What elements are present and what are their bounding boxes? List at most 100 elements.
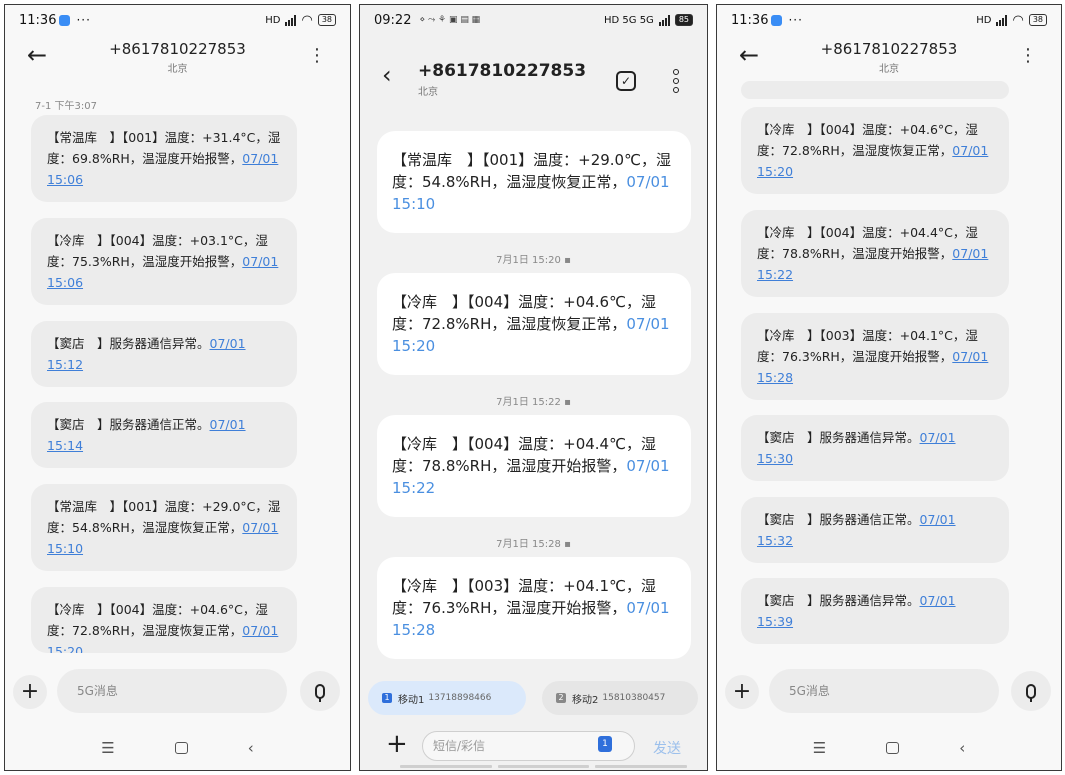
notification-icons: ⋄ ⤳ ⚘ ▣ ▤ ▦ [419, 15, 481, 25]
message-bubble[interactable] [741, 81, 1009, 99]
status-time: 11:36 [19, 12, 57, 28]
wifi-icon: ◠ [1012, 12, 1024, 28]
home-icon[interactable] [174, 742, 188, 754]
back-nav-icon[interactable]: ‹ [248, 739, 254, 757]
system-nav-bar: ☰ ‹ [5, 736, 350, 760]
message-bubble[interactable]: 【常温库 】【001】温度：+31.4°C，湿度：69.8%RH，温湿度开始报警… [31, 115, 297, 202]
contact-location: 北京 [879, 64, 899, 75]
battery-icon: 85 [674, 14, 693, 26]
select-checkbox-icon[interactable]: ✓ [616, 71, 636, 91]
message-text: 【窦店 】服务器通信异常。 [47, 336, 210, 351]
date-separator: 7月1日 15:22 ▪ [360, 393, 707, 408]
conversation-header: ‹ +8617810227853 北京 ✓ [360, 35, 707, 115]
signal-icon [285, 14, 297, 26]
message-bubble[interactable]: 【窦店 】服务器通信异常。07/01 15:12 [31, 321, 297, 387]
conversation-header: ← +8617810227853 北京 ⋮ [717, 35, 1061, 87]
wifi-icon: ◠ [301, 12, 313, 28]
contact-number: +8617810227853 [109, 40, 246, 58]
plus-button[interactable]: + [725, 675, 759, 709]
sim-card-icon: ▪ [564, 397, 571, 408]
message-bubble[interactable]: 【冷库 】【003】温度：+04.1°C，湿度：76.3%RH，温湿度开始报警，… [741, 313, 1009, 400]
app-notification-icon [771, 14, 783, 26]
more-options-icon[interactable]: ⋮ [308, 45, 326, 66]
more-options-icon[interactable]: ⋮ [1019, 45, 1037, 66]
message-text: 【窦店 】服务器通信异常。 [757, 430, 920, 445]
back-nav-icon[interactable]: ‹ [959, 739, 965, 757]
message-input[interactable] [769, 669, 999, 713]
message-bubble[interactable]: 【冷库 】【004】温度：+04.6°C，湿度：72.8%RH，温湿度恢复正常，… [741, 107, 1009, 194]
more-options-icon[interactable] [673, 69, 679, 93]
status-bar: 09:22 ⋄ ⤳ ⚘ ▣ ▤ ▦ HD 5G 5G 85 [360, 5, 707, 35]
message-text: 【冷库 】【004】温度：+03.1°C，湿度：75.3%RH，温湿度开始报警， [47, 233, 268, 269]
message-bubble[interactable]: 【冷库 】【004】温度：+04.6°C，湿度：72.8%RH，温湿度恢复正常，… [31, 587, 297, 653]
sim2-tab[interactable]: 2 移动2 15810380457 [542, 681, 698, 715]
message-text: 【冷库 】【004】温度：+04.4°C，湿度：78.8%RH，温湿度开始报警， [757, 225, 978, 261]
plus-icon[interactable]: + [386, 729, 408, 759]
contact-number: +8617810227853 [418, 61, 587, 81]
sim1-label: 移动1 [398, 694, 425, 706]
input-bar: + [5, 667, 350, 717]
send-button[interactable]: 发送 [653, 738, 681, 758]
battery-icon: 38 [1028, 14, 1047, 26]
microphone-icon [1026, 683, 1036, 702]
message-text: 【冷库 】【004】温度：+04.6℃，湿度：72.8%RH，温湿度恢复正常， [392, 293, 656, 333]
plus-button[interactable]: + [13, 675, 47, 709]
hd-label: HD [976, 14, 992, 26]
message-bubble[interactable]: 【冷库 】【004】温度：+04.6℃，湿度：72.8%RH，温湿度恢复正常，0… [377, 273, 691, 375]
message-bubble[interactable]: 【冷库 】【004】温度：+04.4℃，湿度：78.8%RH，温湿度开始报警，0… [377, 415, 691, 517]
sim1-badge: 1 [382, 693, 392, 703]
app-notification-icon [59, 14, 71, 26]
message-bubble[interactable]: 【窦店 】服务器通信正常。07/01 15:32 [741, 497, 1009, 563]
back-chevron-icon[interactable]: ‹ [382, 61, 392, 89]
middle-phone-screen: 09:22 ⋄ ⤳ ⚘ ▣ ▤ ▦ HD 5G 5G 85 ‹ +8617810… [359, 4, 708, 771]
message-bubble[interactable]: 【窦店 】服务器通信异常。07/01 15:30 [741, 415, 1009, 481]
message-bubble[interactable]: 【常温库 】【001】温度：+29.0℃，湿度：54.8%RH，温湿度恢复正常，… [377, 131, 691, 233]
input-bar: + [717, 667, 1061, 717]
voice-button[interactable] [1011, 671, 1051, 711]
sim-card-icon: ▪ [564, 255, 571, 266]
date-label: 7月1日 15:20 [496, 255, 561, 266]
message-text: 【窦店 】服务器通信正常。 [47, 417, 210, 432]
system-nav-bar: ☰ ‹ [717, 736, 1061, 760]
date-separator: 7月1日 15:20 ▪ [360, 251, 707, 266]
contact-location: 北京 [167, 64, 188, 75]
recent-apps-icon[interactable]: ☰ [813, 739, 826, 757]
message-bubble[interactable]: 【常温库 】【001】温度：+29.0°C，湿度：54.8%RH，温湿度恢复正常… [31, 484, 297, 571]
message-text: 【冷库 】【004】温度：+04.6°C，湿度：72.8%RH，温湿度恢复正常， [757, 122, 978, 158]
message-text: 【冷库 】【003】温度：+04.1℃，湿度：76.3%RH，温湿度开始报警， [392, 577, 656, 617]
message-bubble[interactable]: 【窦店 】服务器通信正常。07/01 15:14 [31, 402, 297, 468]
hd-label: HD [265, 14, 281, 26]
sim2-label: 移动2 [572, 694, 599, 706]
message-bubble[interactable]: 【窦店 】服务器通信异常。07/01 15:39 [741, 578, 1009, 644]
home-icon[interactable] [886, 742, 900, 754]
message-input[interactable] [57, 669, 287, 713]
sim-selector-icon[interactable]: 1 [598, 736, 612, 752]
left-phone-screen: 11:36 ··· HD ◠ 38 ← +8617810227853 北京 ⋮ … [4, 4, 351, 771]
voice-button[interactable] [300, 671, 340, 711]
message-bubble[interactable]: 【冷库 】【004】温度：+03.1°C，湿度：75.3%RH，温湿度开始报警，… [31, 218, 297, 305]
date-separator: 7月1日 15:28 ▪ [360, 535, 707, 550]
date-separator: 7-1 下午3:07 [35, 101, 97, 112]
sim2-number: 15810380457 [602, 693, 666, 703]
sim-card-icon: ▪ [564, 539, 571, 550]
message-bubble[interactable]: 【冷库 】【004】温度：+04.4°C，湿度：78.8%RH，温湿度开始报警，… [741, 210, 1009, 297]
more-notifications-icon: ··· [788, 13, 803, 27]
message-text: 【窦店 】服务器通信正常。 [757, 512, 920, 527]
more-notifications-icon: ··· [76, 13, 91, 27]
sim2-badge: 2 [556, 693, 566, 703]
message-text: 【窦店 】服务器通信异常。 [757, 593, 920, 608]
sim1-tab[interactable]: 1 移动1 13718898466 [368, 681, 526, 715]
sim1-number: 13718898466 [428, 693, 492, 703]
recent-apps-icon[interactable]: ☰ [101, 739, 114, 757]
message-bubble[interactable]: 【冷库 】【003】温度：+04.1℃，湿度：76.3%RH，温湿度开始报警，0… [377, 557, 691, 659]
contact-location: 北京 [418, 87, 438, 98]
bottom-indicator [400, 765, 688, 768]
message-text: 【冷库 】【004】温度：+04.4℃，湿度：78.8%RH，温湿度开始报警， [392, 435, 656, 475]
message-text: 【冷库 】【004】温度：+04.6°C，湿度：72.8%RH，温湿度恢复正常， [47, 602, 268, 638]
date-label: 7月1日 15:22 [496, 397, 561, 408]
network-label: HD 5G 5G [604, 14, 654, 26]
right-phone-screen: 11:36 ··· HD ◠ 38 ← +8617810227853 北京 ⋮ … [716, 4, 1062, 771]
microphone-icon [315, 683, 325, 702]
battery-icon: 38 [317, 14, 336, 26]
signal-icon [658, 14, 670, 26]
